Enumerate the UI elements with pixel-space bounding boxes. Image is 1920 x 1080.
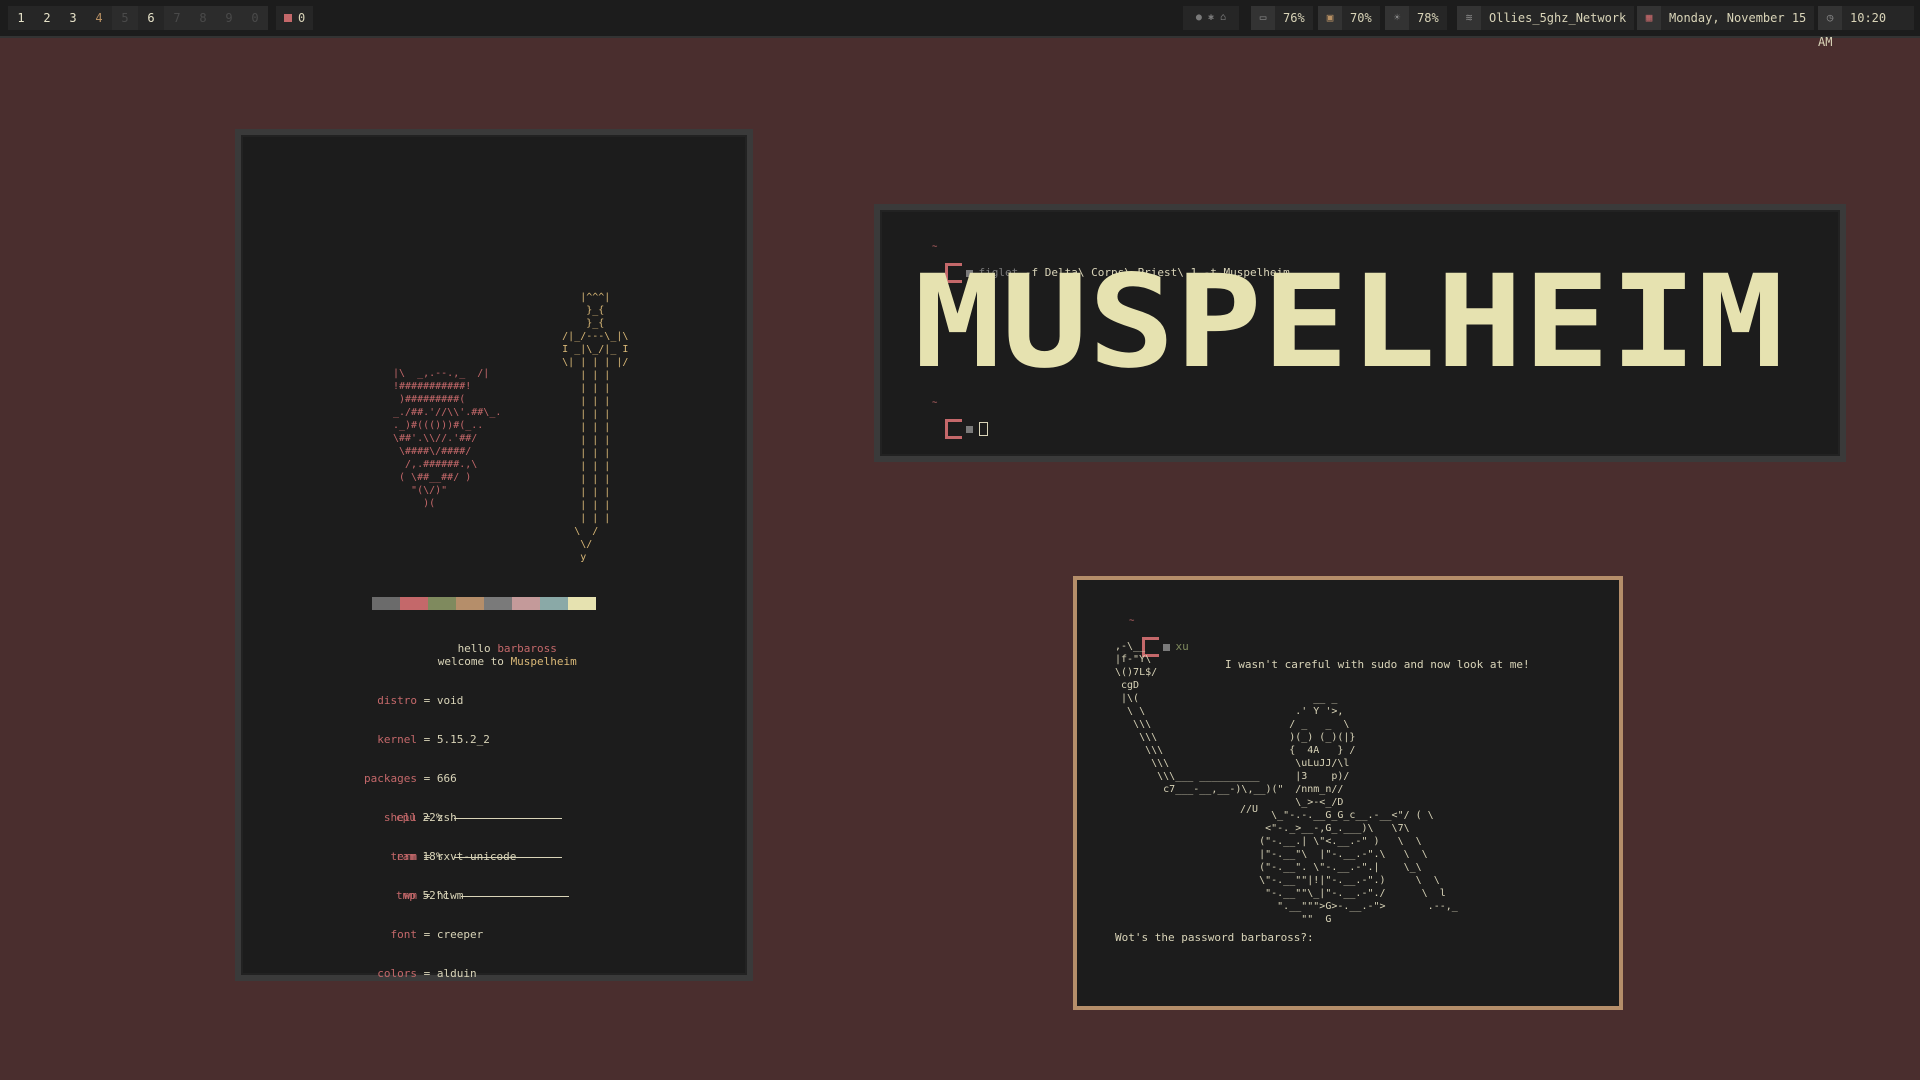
brightness-status[interactable]: ☀ 78% <box>1385 6 1447 30</box>
tag-3[interactable]: 3 <box>60 6 86 30</box>
battery-status[interactable]: ▭ 76% <box>1251 6 1313 30</box>
swatch-1 <box>400 597 428 610</box>
tray-icons[interactable]: ● ✱ ⌂ <box>1183 6 1239 30</box>
date-status[interactable]: ▦ Monday, November 15 <box>1637 6 1815 30</box>
battery-value: 76% <box>1283 11 1305 25</box>
tag-1[interactable]: 1 <box>8 6 34 30</box>
urgent-count: 0 <box>298 11 306 25</box>
figure-slash-art: //U <box>1240 804 1259 815</box>
info-row: colors = alduin <box>325 967 516 980</box>
prompt-dir: ~ <box>1129 616 1135 626</box>
usage-value: 22% <box>422 811 443 824</box>
info-label: kernel <box>377 733 417 746</box>
usage-row-tmp: tmp 52°c <box>396 889 569 902</box>
info-value: void <box>436 694 464 707</box>
tag-8[interactable]: 8 <box>190 6 216 30</box>
swatch-0 <box>372 597 400 610</box>
cpu-icon: ▣ <box>1318 6 1342 30</box>
prompt-bracket-icon <box>944 419 962 439</box>
swatch-7 <box>568 597 596 610</box>
network-name: Ollies_5ghz_Network <box>1489 11 1627 25</box>
location-icon: ● <box>1195 12 1202 23</box>
brightness-icon: ☀ <box>1385 6 1409 30</box>
neofetch-window[interactable]: |^^^| }_{ }_{ /|_/---\_|\ I _|\_/|_ I \|… <box>235 129 753 981</box>
usage-label: ram <box>396 850 416 863</box>
battery-icon: ▭ <box>1251 6 1275 30</box>
clock-icon: ◷ <box>1818 6 1842 30</box>
brightness-value: 78% <box>1417 11 1439 25</box>
prompt-line-2[interactable] <box>918 406 988 452</box>
prompt-dir: ~ <box>932 242 938 252</box>
prompt-square-icon <box>965 425 973 433</box>
info-label: font <box>390 928 418 941</box>
sudo-window[interactable]: xu ~ ,-\__ |f-"Y\ \()7L$/ cgD |\( \ \ \\… <box>1073 576 1623 1010</box>
info-value: 666 <box>436 772 457 785</box>
urgent-indicator[interactable]: 0 <box>276 6 314 30</box>
usage-bars: cpu 22% ram 18% tmp 52°c <box>396 785 569 928</box>
usage-label: cpu <box>396 811 416 824</box>
figlet-banner: MUSPELHEIM <box>914 248 1784 397</box>
info-label: distro <box>377 694 417 707</box>
cpu-status[interactable]: ▣ 70% <box>1318 6 1380 30</box>
figure-body-art: __ _ .' Y '>, / _ _ \ )(_) (_)(|} { 4A }… <box>1259 693 1458 925</box>
swatch-2 <box>428 597 456 610</box>
host-name: Muspelheim <box>510 655 577 668</box>
usage-row-ram: ram 18% <box>396 850 569 863</box>
info-row: distro = void <box>325 694 516 707</box>
tag-0[interactable]: 0 <box>242 6 268 30</box>
password-prompt[interactable]: Wot's the password barbaross?: <box>1115 931 1314 944</box>
info-value: alduin <box>436 967 477 980</box>
top-bar: 1 2 3 4 5 6 7 8 9 0 0 ● ✱ ⌂ ▭ 76% ▣ 70% ☀ 7… <box>0 0 1920 49</box>
usage-bar <box>454 856 563 858</box>
swatch-4 <box>484 597 512 610</box>
info-row: kernel = 5.15.2_2 <box>325 733 516 746</box>
time-status[interactable]: ◷ 10:20 AM <box>1818 6 1914 49</box>
figlet-banner-svg: MUSPELHEIM <box>914 248 1784 397</box>
info-row: packages = 666 <box>325 772 516 785</box>
info-label: packages <box>364 772 417 785</box>
bluetooth-icon: ✱ <box>1207 12 1215 23</box>
info-label: colors <box>377 967 417 980</box>
usage-bar <box>454 817 563 819</box>
home-icon: ⌂ <box>1220 12 1227 23</box>
info-row: font = creeper <box>325 928 516 941</box>
fox-art: |\ _,.--.,_ /| !###########! )#########(… <box>393 368 502 509</box>
figlet-banner-text: MUSPELHEIM <box>914 266 1784 378</box>
tag-6[interactable]: 6 <box>138 6 164 30</box>
usage-bar <box>461 895 569 897</box>
usage-value: 52°c <box>422 889 450 902</box>
tag-4[interactable]: 4 <box>86 6 112 30</box>
tag-5[interactable]: 5 <box>112 6 138 30</box>
swatch-3 <box>456 597 484 610</box>
usage-value: 18% <box>422 850 443 863</box>
swatch-5 <box>512 597 540 610</box>
prompt-dir: ~ <box>932 398 938 408</box>
calendar-icon: ▦ <box>1637 6 1661 30</box>
wifi-icon: ≋ <box>1457 6 1481 30</box>
cpu-value: 70% <box>1350 11 1372 25</box>
welcome-prefix: welcome to <box>437 655 504 668</box>
date-value: Monday, November 15 <box>1669 11 1807 25</box>
network-status[interactable]: ≋ Ollies_5ghz_Network <box>1457 6 1635 30</box>
sudo-message: I wasn't careful with sudo and now look … <box>1225 658 1530 671</box>
tag-9[interactable]: 9 <box>216 6 242 30</box>
swatch-6 <box>540 597 568 610</box>
text-cursor <box>978 422 988 436</box>
tag-7[interactable]: 7 <box>164 6 190 30</box>
urgent-icon <box>284 14 292 22</box>
info-value: 5.15.2_2 <box>436 733 490 746</box>
info-value: creeper <box>436 928 484 941</box>
usage-label: tmp <box>396 889 416 902</box>
usage-row-cpu: cpu 22% <box>396 811 569 824</box>
tag-2[interactable]: 2 <box>34 6 60 30</box>
sword-art: |^^^| }_{ }_{ /|_/---\_|\ I _|\_/|_ I \|… <box>562 292 629 563</box>
